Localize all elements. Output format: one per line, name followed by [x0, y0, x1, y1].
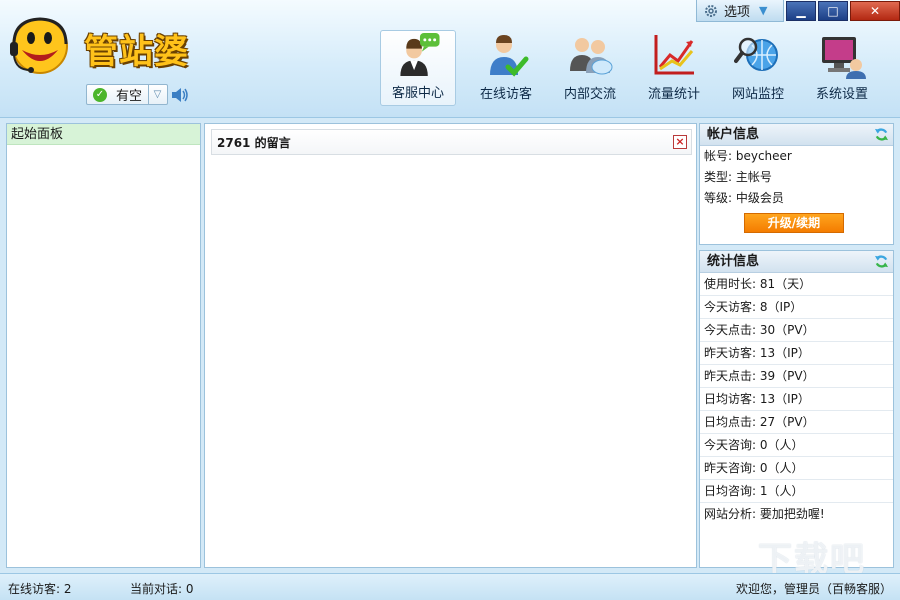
- upgrade-button[interactable]: 升级/续期: [744, 213, 844, 233]
- stats-row: 日均访客: 13（IP）: [700, 388, 893, 411]
- current-dialogs-count: 当前对话: 0: [130, 582, 194, 596]
- panel-list-item[interactable]: 起始面板: [7, 124, 200, 145]
- status-bar: 在线访客: 2 当前对话: 0 欢迎您，管理员（百畅客服）: [0, 573, 900, 600]
- online-visitors-count: 在线访客: 2: [8, 582, 72, 596]
- nav-internal-chat[interactable]: 内部交流: [548, 30, 632, 106]
- stats-row: 日均咨询: 1（人）: [700, 480, 893, 503]
- stats-row: 昨天咨询: 0（人）: [700, 457, 893, 480]
- stats-info-header: 统计信息: [700, 251, 893, 273]
- title-bar-controls: 选项 ▼ ▁ □ ✕: [696, 0, 900, 22]
- stats-row: 今天点击: 30（PV）: [700, 319, 893, 342]
- stats-row: 今天咨询: 0（人）: [700, 434, 893, 457]
- left-panel: 起始面板: [6, 123, 201, 568]
- nav-site-monitor[interactable]: 网站监控: [716, 30, 800, 106]
- account-row: 类型: 主帐号: [704, 170, 772, 184]
- message-tab-title: 2761 的留言: [217, 135, 291, 150]
- online-visitor-icon: [490, 35, 529, 77]
- nav-label: 在线访客: [479, 87, 532, 102]
- options-menu-button[interactable]: 选项 ▼: [696, 0, 784, 22]
- check-icon: ✓: [93, 87, 107, 102]
- stats-info-title: 统计信息: [707, 254, 760, 269]
- nav-customer-service[interactable]: 客服中心: [380, 30, 456, 106]
- internal-chat-icon: [570, 38, 613, 75]
- nav-online-visitors[interactable]: 在线访客: [464, 30, 548, 106]
- stats-row: 网站分析: 要加把劲喔!: [704, 507, 825, 521]
- nav-label: 系统设置: [815, 87, 868, 102]
- close-button[interactable]: ✕: [850, 1, 900, 21]
- refresh-icon[interactable]: [874, 127, 889, 142]
- account-row: 等级: 中级会员: [704, 191, 784, 205]
- nav-label: 内部交流: [563, 87, 616, 102]
- stats-info-box: 统计信息 使用时长: 81（天） 今天访客: 8（IP） 今天点击: 30（PV…: [699, 250, 894, 568]
- app-window: 管站婆 ✓ 有空 ▽ 客服中心 在线访客 内部交流 流量统计 网站监控 系统设置…: [0, 0, 900, 600]
- stats-row: 日均点击: 27（PV）: [700, 411, 893, 434]
- nav-label: 流量统计: [647, 87, 700, 102]
- message-tab[interactable]: 2761 的留言 ×: [211, 129, 692, 155]
- stats-row: 昨天访客: 13（IP）: [700, 342, 893, 365]
- account-info-title: 帐户信息: [707, 127, 760, 142]
- system-settings-icon: [822, 37, 866, 79]
- nav-system-settings[interactable]: 系统设置: [800, 30, 884, 106]
- account-row: 帐号: beycheer: [704, 149, 792, 163]
- refresh-icon[interactable]: [874, 254, 889, 269]
- nav-traffic-stats[interactable]: 流量统计: [632, 30, 716, 106]
- right-sidebar: 帐户信息 帐号: beycheer 类型: 主帐号 等级: 中级会员 升级/续期…: [699, 123, 894, 568]
- minimize-button[interactable]: ▁: [786, 1, 816, 21]
- status-label: 有空: [116, 89, 143, 104]
- chevron-down-icon[interactable]: ▽: [148, 85, 166, 104]
- customer-service-icon: [400, 32, 440, 77]
- speaker-icon[interactable]: [170, 86, 190, 104]
- site-monitor-icon: [734, 37, 778, 71]
- maximize-button[interactable]: □: [818, 1, 848, 21]
- brand-name: 管站婆: [84, 32, 189, 72]
- options-label: 选项: [724, 5, 751, 20]
- smiley-logo-icon: [10, 17, 68, 74]
- gear-icon: [705, 4, 717, 17]
- stats-row: 昨天点击: 39（PV）: [700, 365, 893, 388]
- traffic-stats-icon: [654, 35, 694, 75]
- triangle-down-icon: ▼: [759, 4, 768, 17]
- close-icon[interactable]: ×: [673, 135, 687, 149]
- stats-row: 今天访客: 8（IP）: [700, 296, 893, 319]
- welcome-text: 欢迎您，管理员（百畅客服）: [735, 582, 892, 596]
- header: 管站婆 ✓ 有空 ▽ 客服中心 在线访客 内部交流 流量统计 网站监控 系统设置…: [0, 0, 900, 118]
- main-nav: 客服中心 在线访客 内部交流 流量统计 网站监控 系统设置: [380, 30, 884, 106]
- nav-label: 网站监控: [731, 87, 784, 102]
- stats-row: 使用时长: 81（天）: [700, 273, 893, 296]
- nav-label: 客服中心: [391, 86, 444, 101]
- message-panel: 2761 的留言 ×: [204, 123, 697, 568]
- account-info-box: 帐户信息 帐号: beycheer 类型: 主帐号 等级: 中级会员 升级/续期: [699, 123, 894, 245]
- status-dropdown[interactable]: ✓ 有空 ▽: [86, 84, 168, 105]
- account-info-header: 帐户信息: [700, 124, 893, 146]
